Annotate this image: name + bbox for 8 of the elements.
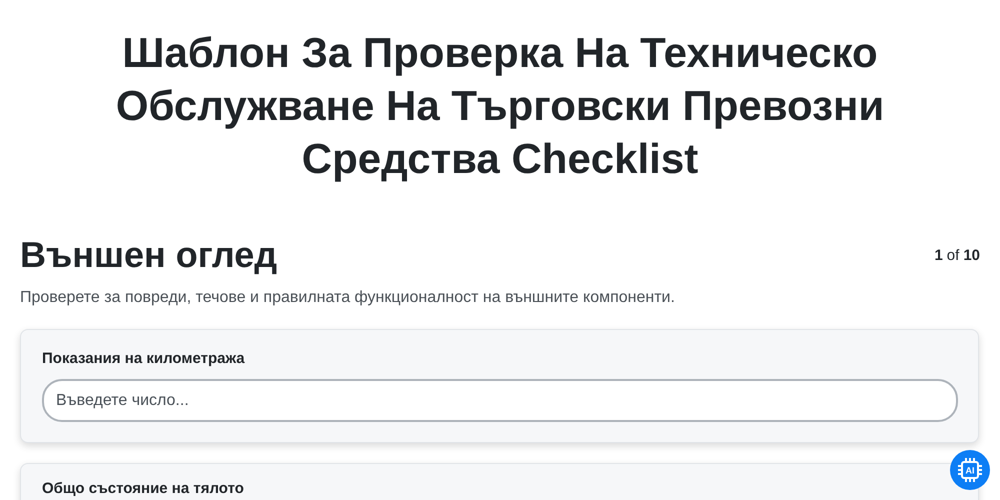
- ai-assistant-button[interactable]: AI: [950, 450, 990, 490]
- section-description: Проверете за повреди, течове и правилната функционалност на външните компоненти.: [20, 289, 676, 307]
- number-input[interactable]: Въведете число...: [42, 379, 958, 422]
- question-label: Общо състояние на тялото: [42, 480, 245, 497]
- progress-counter: 1 of 10: [934, 246, 980, 264]
- question-label: Показания на километража: [42, 350, 246, 367]
- page-title: Шаблон За Проверка На Техническо Обслужване На Търговски Превозни Средства Checklist: [114, 28, 886, 184]
- section-heading: Външен оглед: [20, 233, 278, 277]
